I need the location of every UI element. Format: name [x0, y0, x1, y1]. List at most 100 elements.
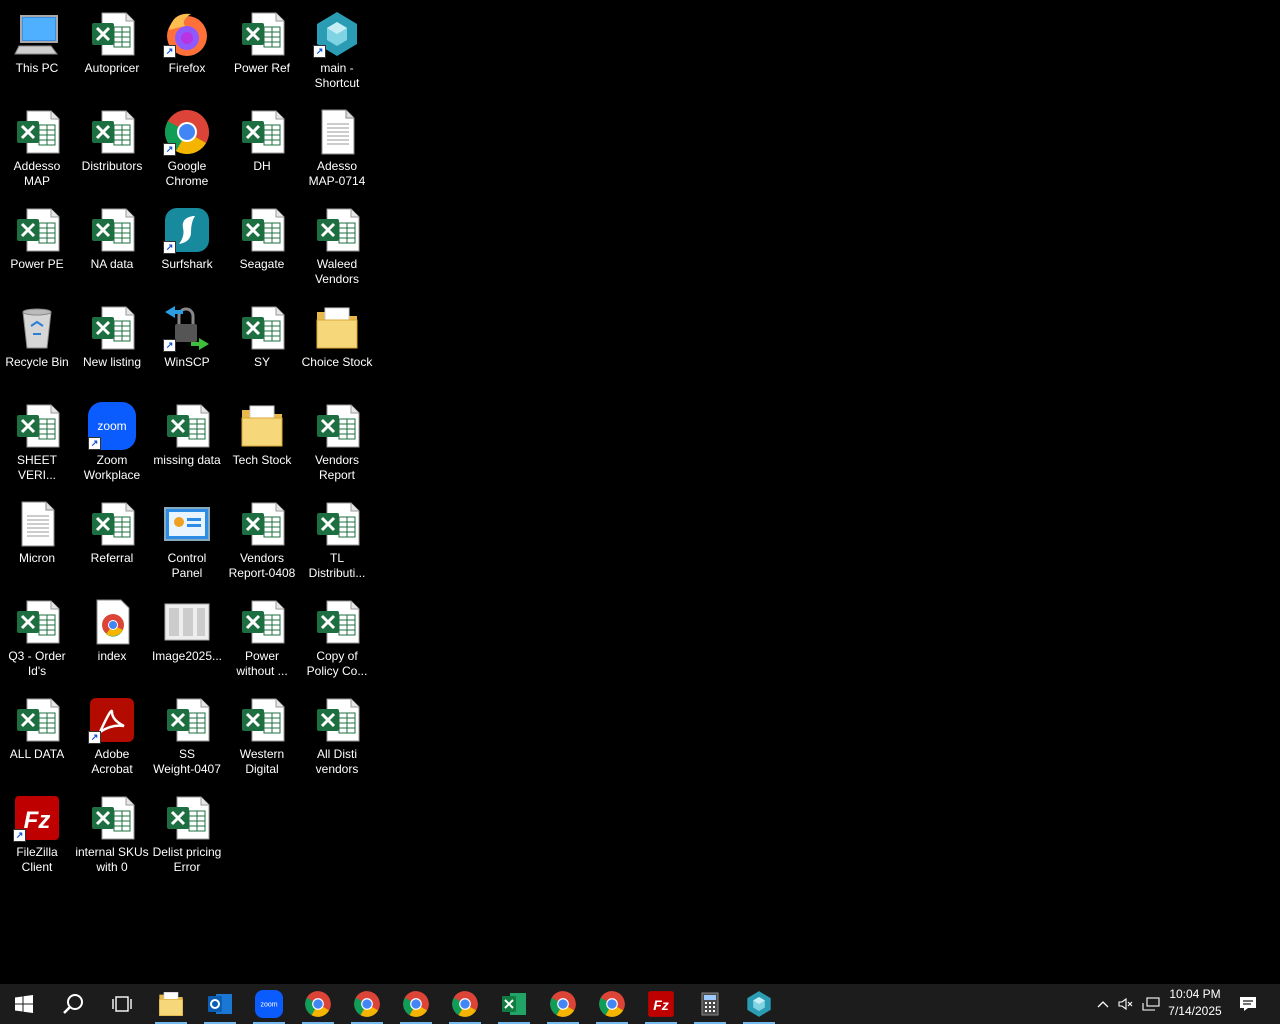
taskbar-chrome-2[interactable]	[343, 984, 391, 1024]
desktop-icon-copy-of-policy-co[interactable]: Copy of Policy Co...	[299, 593, 375, 687]
desktop-icon-label: Delist pricing Error	[152, 845, 222, 874]
excel-file-icon	[13, 206, 61, 254]
desktop-icon-power-ref[interactable]: Power Ref	[224, 5, 300, 99]
desktop-icon-western-digital[interactable]: Western Digital	[224, 691, 300, 785]
desktop-icon-choice-stock[interactable]: Choice Stock	[299, 299, 375, 393]
desktop-icon-label: Vendors Report	[314, 453, 360, 482]
taskbar-chrome-6[interactable]	[588, 984, 636, 1024]
desktop-icon-addesso-map[interactable]: Addesso MAP	[0, 103, 75, 197]
volume-muted-icon[interactable]	[1115, 984, 1137, 1024]
taskbar-excel[interactable]	[490, 984, 538, 1024]
excel-file-icon	[238, 108, 286, 156]
desktop-icon-power-without[interactable]: Power without ...	[224, 593, 300, 687]
taskbar-filezilla[interactable]: Fz	[637, 984, 685, 1024]
desktop-icon-missing-data[interactable]: missing data	[149, 397, 225, 491]
filezilla-icon: Fz	[647, 990, 675, 1018]
desktop-icon-label: Power without ...	[236, 649, 288, 678]
desktop-icon-main-shortcut[interactable]: ↗ main - Shortcut	[299, 5, 375, 99]
taskbar-main-app[interactable]	[735, 984, 783, 1024]
task-view-button[interactable]	[98, 984, 146, 1024]
desktop-icon-label: Autopricer	[84, 61, 140, 75]
desktop-icon-vendors-report[interactable]: Vendors Report	[299, 397, 375, 491]
desktop-icon-tl-distributi[interactable]: TL Distributi...	[299, 495, 375, 589]
taskbar-outlook[interactable]	[196, 984, 244, 1024]
acrobat-icon: ↗	[88, 696, 136, 744]
chrome-icon	[353, 990, 381, 1018]
desktop-icon-google-chrome[interactable]: ↗ Google Chrome	[149, 103, 225, 197]
desktop-icon-sheet-veri[interactable]: SHEET VERI...	[0, 397, 75, 491]
desktop-icon-control-panel[interactable]: Control Panel	[149, 495, 225, 589]
desktop-icon-tech-stock[interactable]: Tech Stock	[224, 397, 300, 491]
winscp-icon: ↗	[163, 304, 211, 352]
desktop-icon-surfshark[interactable]: ↗ Surfshark	[149, 201, 225, 295]
task-view-icon	[112, 995, 132, 1013]
desktop-icon-all-data[interactable]: ALL DATA	[0, 691, 75, 785]
desktop-icon-label: NA data	[90, 257, 134, 271]
shortcut-arrow-icon: ↗	[88, 437, 101, 450]
desktop-icon-delist-pricing-error[interactable]: Delist pricing Error	[149, 789, 225, 883]
svg-text:Fz: Fz	[653, 997, 669, 1013]
taskbar-zoom[interactable]: zoom	[245, 984, 293, 1024]
desktop-icon-firefox[interactable]: ↗ Firefox	[149, 5, 225, 99]
desktop-icon-micron[interactable]: Micron	[0, 495, 75, 589]
taskbar-chrome-4[interactable]	[441, 984, 489, 1024]
excel-file-icon	[88, 108, 136, 156]
firefox-icon: ↗	[163, 10, 211, 58]
desktop-icon-label: Power PE	[10, 257, 64, 271]
clock[interactable]: 10:04 PM 7/14/2025	[1160, 986, 1230, 1022]
desktop-icon-q3-order-id-s[interactable]: Q3 - Order Id's	[0, 593, 75, 687]
taskbar-calculator[interactable]	[686, 984, 734, 1024]
shortcut-arrow-icon: ↗	[163, 241, 176, 254]
desktop-icon-image2025[interactable]: Image2025...	[149, 593, 225, 687]
shortcut-arrow-icon: ↗	[163, 339, 176, 352]
desktop-icon-this-pc[interactable]: This PC	[0, 5, 75, 99]
notification-icon	[1240, 997, 1256, 1011]
start-button[interactable]	[0, 984, 48, 1024]
desktop-icon-power-pe[interactable]: Power PE	[0, 201, 75, 295]
desktop-icon-winscp[interactable]: ↗ WinSCP	[149, 299, 225, 393]
desktop-icon-vendors-report-0408[interactable]: Vendors Report-0408	[224, 495, 300, 589]
desktop-icon-label: index	[97, 649, 127, 663]
search-button[interactable]	[49, 984, 97, 1024]
excel-file-icon	[313, 696, 361, 744]
taskbar-file-explorer[interactable]	[147, 984, 195, 1024]
desktop-icon-distributors[interactable]: Distributors	[74, 103, 150, 197]
desktop-icon-all-disti-vendors[interactable]: All Disti vendors	[299, 691, 375, 785]
taskbar-chrome-5[interactable]	[539, 984, 587, 1024]
show-hidden-icons-button[interactable]	[1092, 984, 1114, 1024]
desktop-icon-internal-skus-with-0[interactable]: internal SKUs with 0	[74, 789, 150, 883]
desktop-icon-referral[interactable]: Referral	[74, 495, 150, 589]
desktop-icon-adesso-map-0714[interactable]: Adesso MAP-0714	[299, 103, 375, 197]
desktop-icon-zoom-workplace[interactable]: zoom ↗ Zoom Workplace	[74, 397, 150, 491]
computer-icon	[13, 10, 61, 58]
taskbar-chrome-1[interactable]	[294, 984, 342, 1024]
control-panel-icon	[163, 500, 211, 548]
desktop-icon-autopricer[interactable]: Autopricer	[74, 5, 150, 99]
desktop-icon-na-data[interactable]: NA data	[74, 201, 150, 295]
shortcut-arrow-icon: ↗	[163, 45, 176, 58]
zoom-icon: zoom	[255, 990, 283, 1018]
desktop-icon-label: Control Panel	[167, 551, 207, 580]
excel-file-icon	[313, 500, 361, 548]
desktop-icon-label: Vendors Report-0408	[228, 551, 296, 580]
excel-file-icon	[238, 598, 286, 646]
excel-file-icon	[238, 500, 286, 548]
desktop-icon-label: Image2025...	[151, 649, 223, 663]
desktop-icon-dh[interactable]: DH	[224, 103, 300, 197]
desktop-icon-seagate[interactable]: Seagate	[224, 201, 300, 295]
desktop-icon-index[interactable]: index	[74, 593, 150, 687]
desktop-icon-recycle-bin[interactable]: Recycle Bin	[0, 299, 75, 393]
desktop-icon-sy[interactable]: SY	[224, 299, 300, 393]
folder-icon	[157, 990, 185, 1018]
action-center-button[interactable]	[1234, 984, 1262, 1024]
desktop-icon-filezilla-client[interactable]: Fz ↗ FileZilla Client	[0, 789, 75, 883]
excel-file-icon	[163, 402, 211, 450]
filezilla-icon: Fz ↗	[13, 794, 61, 842]
desktop-icon-new-listing[interactable]: New listing	[74, 299, 150, 393]
excel-file-icon	[13, 696, 61, 744]
desktop-icon-ss-weight-0407[interactable]: SS Weight-0407	[149, 691, 225, 785]
desktop-icon-waleed-vendors[interactable]: Waleed Vendors	[299, 201, 375, 295]
chevron-up-icon	[1097, 1001, 1109, 1008]
desktop-icon-adobe-acrobat[interactable]: ↗ Adobe Acrobat	[74, 691, 150, 785]
taskbar-chrome-3[interactable]	[392, 984, 440, 1024]
